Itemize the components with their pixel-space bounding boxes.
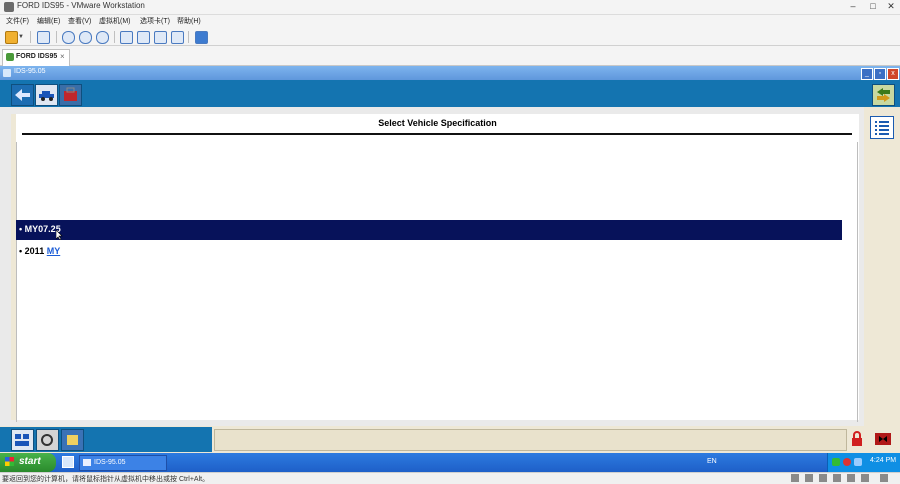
vmware-toolbar: ▼	[0, 28, 900, 46]
network-icon[interactable]	[832, 458, 840, 466]
list-item-text: • MY07.25	[19, 224, 61, 234]
network-adapter-icon[interactable]	[819, 474, 827, 482]
toolbar-separator	[114, 31, 115, 43]
toolbar-separator	[30, 31, 31, 43]
toolbar-separator	[188, 31, 189, 43]
vm-running-icon	[6, 53, 14, 61]
vmware-app-icon	[4, 2, 14, 12]
vehicle-car-icon	[39, 91, 54, 101]
thumbnail-icon[interactable]	[137, 31, 150, 44]
list-menu-icon	[875, 121, 889, 135]
page-title: Select Vehicle Specification	[378, 118, 497, 128]
title-divider	[22, 133, 852, 135]
send-keys-icon[interactable]	[37, 31, 50, 44]
start-button[interactable]: start	[0, 453, 56, 472]
unity-icon[interactable]	[171, 31, 184, 44]
close-icon[interactable]: ✕	[884, 1, 898, 12]
printer-icon[interactable]	[861, 474, 869, 482]
wrench-icon	[41, 434, 53, 446]
swap-arrows-icon	[877, 88, 890, 102]
content-panel	[16, 114, 859, 420]
cdrom-icon[interactable]	[805, 474, 813, 482]
guest-minimize-icon[interactable]: _	[861, 68, 873, 80]
usb-icon[interactable]	[833, 474, 841, 482]
system-button[interactable]	[36, 429, 59, 451]
guest-window-title-bar: IDS-95.05	[0, 66, 900, 80]
hdd-icon[interactable]	[791, 474, 799, 482]
list-item-link[interactable]: MY	[47, 246, 61, 256]
quick-launch-icon[interactable]	[62, 456, 74, 468]
data-logger-button[interactable]	[11, 429, 34, 451]
language-indicator[interactable]: EN	[707, 458, 717, 465]
ids-window-icon	[83, 459, 91, 466]
console-view-icon[interactable]	[195, 31, 208, 44]
tab-label: FORD IDS95	[16, 53, 58, 60]
data-logger-icon	[15, 434, 29, 446]
list-item-bullet: •	[19, 246, 23, 256]
revert-snapshot-icon[interactable]	[79, 31, 92, 44]
list-item-selected[interactable]: • MY07.25	[16, 220, 842, 240]
toolbar-separator	[56, 31, 57, 43]
menu-view[interactable]: 查看(V)	[68, 16, 91, 26]
start-label: start	[19, 456, 41, 467]
chevron-down-icon[interactable]: ▼	[18, 34, 24, 40]
list-view-button[interactable]	[870, 116, 894, 139]
vmware-status-bar: 要返回到您的计算机，请将鼠标指针从虚拟机中移出或按 Ctrl+Alt。	[0, 472, 900, 484]
power-icon[interactable]	[5, 31, 18, 44]
guest-close-icon[interactable]: x	[887, 68, 899, 80]
minimize-icon[interactable]: –	[846, 1, 860, 12]
settings-icon	[67, 435, 78, 445]
lock-icon	[852, 431, 862, 446]
taskbar-item-label: IDS-95.05	[94, 459, 126, 466]
menu-vm[interactable]: 虚拟机(M)	[99, 16, 131, 26]
toolbox-button[interactable]	[59, 84, 82, 106]
snapshot-manager-icon[interactable]	[96, 31, 109, 44]
start-flag-icon	[5, 457, 14, 466]
system-tray: 4:24 PM	[827, 453, 900, 472]
exit-icon	[875, 433, 891, 445]
security-icon[interactable]	[843, 458, 851, 466]
tab-strip	[0, 46, 900, 66]
tab-ford-ids95[interactable]: FORD IDS95 ×	[2, 49, 70, 66]
settings-button[interactable]	[61, 429, 84, 451]
mouse-cursor-icon	[56, 230, 63, 240]
vehicle-button[interactable]	[35, 84, 58, 106]
menu-help[interactable]: 帮助(H)	[177, 16, 201, 26]
back-button[interactable]	[11, 84, 34, 106]
taskbar-item-ids[interactable]: IDS-95.05	[79, 455, 167, 471]
menu-bar: 文件(F) 编辑(E) 查看(V) 虚拟机(M) 选项卡(T) 帮助(H)	[0, 15, 900, 28]
right-panel	[864, 107, 900, 426]
message-icon[interactable]	[880, 474, 888, 482]
tab-close-icon[interactable]: ×	[60, 52, 65, 61]
ids-top-bar	[0, 80, 900, 107]
list-border-right	[857, 142, 858, 422]
swap-button[interactable]	[872, 84, 895, 106]
menu-edit[interactable]: 编辑(E)	[37, 16, 60, 26]
list-item-bullet: •	[19, 224, 23, 234]
list-item-label: 2011	[24, 246, 45, 256]
list-border-left	[16, 142, 17, 422]
guest-window-title: IDS-95.05	[14, 68, 46, 75]
back-arrow-icon	[15, 89, 30, 101]
guest-restore-icon[interactable]: ▫	[874, 68, 886, 80]
exit-button[interactable]	[873, 430, 893, 448]
fullscreen-icon[interactable]	[154, 31, 167, 44]
sound-icon[interactable]	[847, 474, 855, 482]
clock: 4:24 PM	[870, 457, 897, 464]
snapshot-icon[interactable]	[62, 31, 75, 44]
sidebar-toggle-icon[interactable]	[120, 31, 133, 44]
vmware-title-bar: FORD IDS95 - VMware Workstation – □ ✕	[0, 0, 900, 15]
menu-file[interactable]: 文件(F)	[6, 16, 29, 26]
lock-button[interactable]	[848, 430, 866, 448]
menu-tabs[interactable]: 选项卡(T)	[140, 16, 170, 26]
status-field	[214, 429, 847, 451]
list-item[interactable]: • 2011 MY	[16, 244, 842, 260]
maximize-icon[interactable]: □	[866, 1, 880, 12]
volume-icon[interactable]	[854, 458, 862, 466]
list-item-text: • 2011 MY	[19, 246, 60, 256]
guest-app-icon	[3, 69, 11, 77]
window-title: FORD IDS95 - VMware Workstation	[17, 1, 145, 10]
toolbox-icon	[64, 87, 77, 101]
